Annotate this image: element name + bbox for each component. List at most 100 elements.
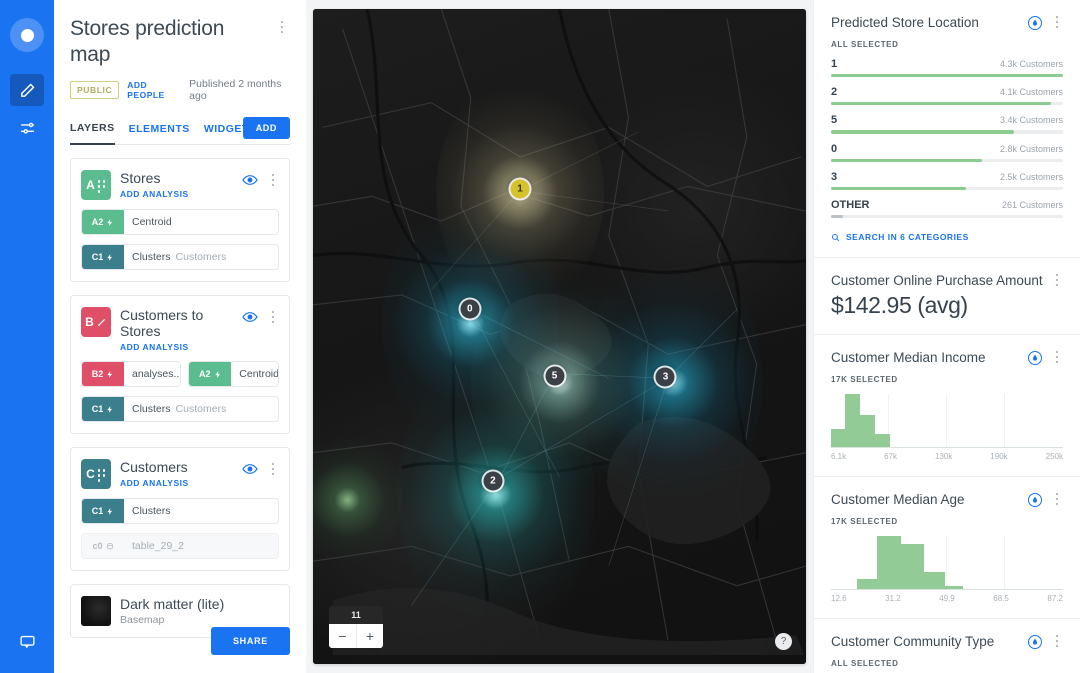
category-row[interactable]: 2 4.1k Customers	[831, 86, 1063, 106]
tick-label: 130k	[934, 452, 953, 462]
layer-node-row: c0 table_29_2	[81, 533, 279, 559]
layer-title: Customers	[120, 459, 188, 475]
widget-more-menu-button[interactable]	[1051, 349, 1063, 365]
histogram-median-income[interactable]	[831, 394, 1063, 449]
add-analysis-link[interactable]: ADD ANALYSIS	[120, 342, 233, 352]
add-people-link[interactable]: ADD PEOPLE	[127, 80, 181, 100]
map-marker[interactable]: 2	[483, 471, 503, 491]
zoom-in-button[interactable]: +	[356, 624, 383, 648]
node-body: Clusters Customers	[124, 245, 234, 269]
node-tag-label: A2	[91, 217, 104, 227]
info-circle-icon[interactable]	[1028, 351, 1042, 366]
app-logo[interactable]	[10, 18, 44, 52]
widget-more-menu-button[interactable]	[1051, 14, 1063, 30]
add-analysis-link[interactable]: ADD ANALYSIS	[120, 478, 233, 488]
category-bar-fill	[831, 102, 1052, 106]
points-icon	[97, 179, 106, 193]
widget-title: Customer Median Income	[831, 350, 986, 366]
category-value: 4.3k Customers	[999, 59, 1063, 69]
map-marker[interactable]: 3	[655, 367, 675, 387]
flash-icon	[107, 405, 113, 413]
rail-item-feedback[interactable]	[10, 625, 44, 657]
category-row-top: 5 3.4k Customers	[831, 114, 1063, 126]
layer-card-customers[interactable]: C Customers ADD ANALYSIS C1 Clusters c0 …	[70, 447, 290, 571]
category-name: 3	[831, 170, 838, 183]
category-row[interactable]: 3 2.5k Customers	[831, 171, 1063, 190]
circle-dot-logo-icon	[20, 28, 34, 42]
layer-badge: A	[81, 170, 111, 200]
rail-item-style[interactable]	[10, 112, 44, 144]
layer-letter: C	[86, 467, 95, 481]
zoom-out-button[interactable]: −	[329, 624, 356, 648]
node-label: Centroid	[239, 368, 278, 380]
node-body: table_29_2	[124, 534, 192, 558]
basemap-card-header: Dark matter (lite) Basemap	[81, 596, 279, 626]
node-tag: A2	[189, 362, 232, 386]
category-bar-fill	[831, 214, 843, 219]
node-tag-label: A2	[199, 369, 211, 379]
tick-label: 12.6	[831, 594, 847, 604]
layer-badge: B	[81, 307, 111, 337]
add-layer-button[interactable]: ADD	[242, 117, 290, 139]
analysis-node-c1[interactable]: C1 Clusters	[81, 498, 279, 524]
layer-letter: A	[86, 178, 95, 192]
search-categories-link[interactable]: SEARCH IN 6 CATEGORIES	[831, 232, 1063, 242]
published-text: Published 2 months ago	[189, 78, 282, 102]
flow-lines	[411, 131, 738, 606]
analysis-node-b2[interactable]: B2 analyses...	[81, 361, 182, 387]
category-value: 261 Customers	[1001, 199, 1063, 210]
map-canvas[interactable]: 1 0 5 3 2 11 − + ?	[313, 9, 806, 664]
panel-more-menu-button[interactable]	[274, 18, 290, 36]
category-row[interactable]: 0 2.8k Customers	[831, 143, 1063, 162]
tick-label: 31.2	[885, 594, 901, 604]
map-marker[interactable]: 1	[510, 179, 530, 199]
widget-more-menu-button[interactable]	[1051, 491, 1063, 507]
widget-title: Customer Median Age	[831, 492, 965, 508]
layer-card-customers-to-stores[interactable]: B Customers to Stores ADD ANALYSIS B2 an…	[70, 295, 290, 434]
node-label: table_29_2	[132, 540, 184, 552]
rail-item-edit[interactable]	[10, 74, 44, 106]
help-button[interactable]: ?	[775, 633, 792, 650]
layer-more-menu-button[interactable]	[267, 309, 279, 325]
source-node-table[interactable]: c0 table_29_2	[81, 533, 279, 559]
eye-icon[interactable]	[242, 172, 258, 188]
info-circle-icon[interactable]	[1028, 635, 1042, 650]
layer-card-stores[interactable]: A Stores ADD ANALYSIS A2 Centroid C1 Clu…	[70, 158, 290, 282]
analysis-node-a2[interactable]: A2 Centroid	[188, 361, 279, 387]
category-row[interactable]: OTHER 261 Customers	[831, 199, 1063, 219]
category-bar-fill	[831, 130, 1015, 134]
layer-more-menu-button[interactable]	[267, 461, 279, 477]
widget-more-menu-button[interactable]	[1051, 633, 1063, 649]
node-label: Clusters	[132, 403, 171, 415]
widget-purchase-amount: Customer Online Purchase Amount $142.95 …	[814, 258, 1080, 336]
analysis-node-c1[interactable]: C1 Clusters Customers	[81, 396, 279, 422]
tab-layers[interactable]: LAYERS	[70, 118, 115, 145]
tab-elements[interactable]: ELEMENTS	[129, 119, 190, 144]
add-analysis-link[interactable]: ADD ANALYSIS	[120, 189, 233, 199]
category-value: 4.1k Customers	[999, 87, 1063, 98]
map-marker[interactable]: 5	[545, 366, 565, 386]
analysis-node-c1[interactable]: C1 Clusters Customers	[81, 244, 279, 270]
tick-label: 6.1k	[831, 452, 847, 462]
histogram-median-age[interactable]	[831, 536, 1063, 591]
category-name: 0	[831, 142, 838, 155]
eye-icon[interactable]	[242, 309, 258, 325]
flash-icon	[107, 370, 113, 378]
layer-more-menu-button[interactable]	[267, 172, 279, 188]
pencil-icon	[20, 82, 35, 97]
flash-icon	[107, 253, 113, 261]
widget-more-menu-button[interactable]	[1051, 272, 1063, 288]
basemap-subtitle: Basemap	[120, 614, 165, 626]
node-label: analyses...	[132, 368, 181, 380]
category-row[interactable]: 5 3.4k Customers	[831, 114, 1063, 134]
map-marker[interactable]: 0	[460, 299, 480, 319]
histogram-axis	[831, 447, 1063, 449]
share-button[interactable]: SHARE	[210, 627, 290, 655]
info-circle-icon[interactable]	[1028, 493, 1042, 508]
category-row[interactable]: 1 4.3k Customers	[831, 58, 1063, 78]
analysis-node-a2[interactable]: A2 Centroid	[81, 209, 279, 235]
widget-header: Predicted Store Location	[831, 14, 1063, 31]
info-circle-icon[interactable]	[1028, 16, 1042, 30]
panel-header: Stores prediction map PUBLIC ADD PEOPLE …	[70, 0, 290, 145]
eye-icon[interactable]	[242, 461, 258, 477]
